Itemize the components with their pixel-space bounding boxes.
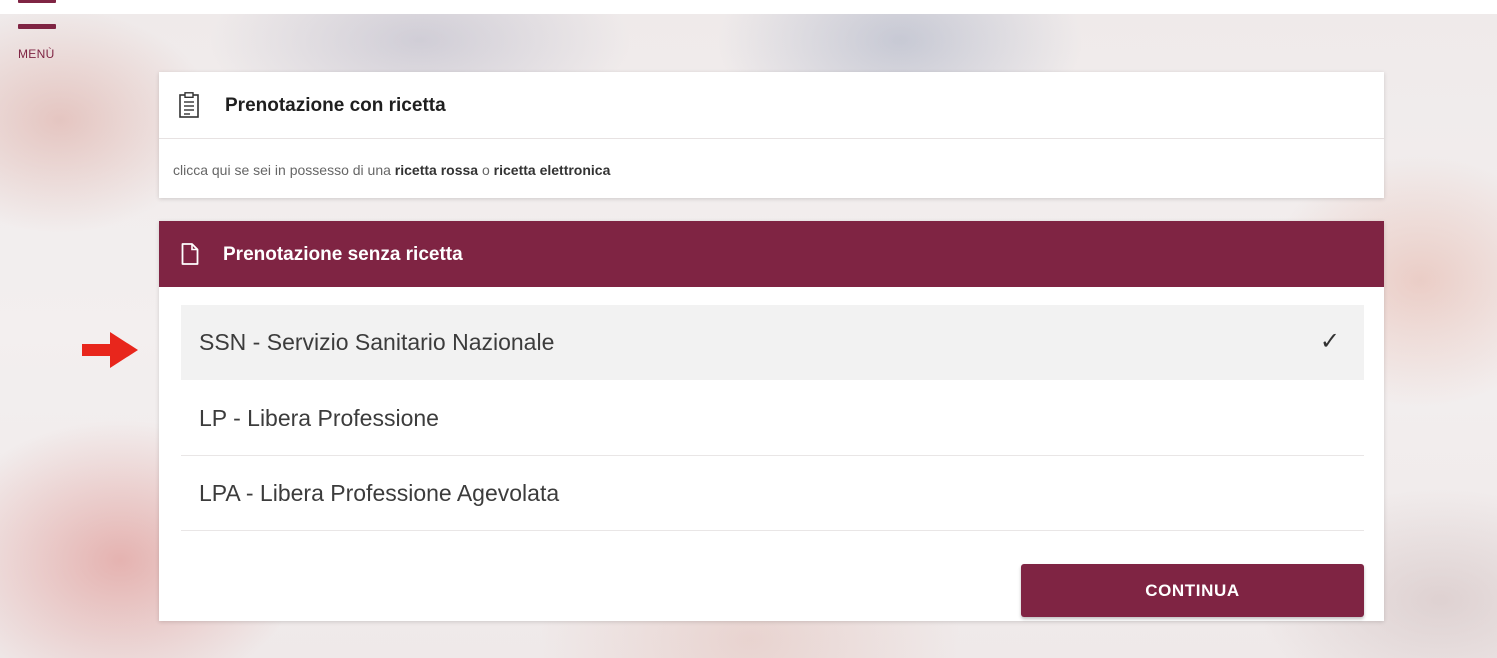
option-label: LP - Libera Professione (199, 405, 439, 431)
option-lpa[interactable]: LPA - Libera Professione Agevolata (181, 456, 1364, 531)
menu-button[interactable]: MENÙ (14, 0, 70, 62)
hamburger-icon-bar (18, 24, 56, 29)
menu-label: MENÙ (18, 47, 55, 61)
subtitle-electronic-prescription: ricetta elettronica (493, 162, 611, 178)
option-ssn[interactable]: SSN - Servizio Sanitario Nazionale ✓ (181, 305, 1364, 380)
red-arrow-icon (82, 332, 138, 368)
booking-with-prescription-card[interactable]: Prenotazione con ricetta clicca qui se s… (159, 72, 1384, 198)
top-strip (0, 0, 1497, 14)
option-label: LPA - Libera Professione Agevolata (199, 480, 560, 506)
subtitle-middle: o (478, 162, 494, 178)
clipboard-icon (179, 92, 199, 118)
booking-with-prescription-header[interactable]: Prenotazione con ricetta (159, 72, 1384, 139)
option-lp[interactable]: LP - Libera Professione (181, 381, 1364, 456)
option-label: SSN - Servizio Sanitario Nazionale (199, 329, 555, 355)
subtitle-prefix: clicca qui se sei in possesso di una (173, 162, 395, 178)
booking-with-prescription-subtitle: clicca qui se sei in possesso di una ric… (173, 162, 610, 178)
hamburger-icon (18, 0, 56, 3)
booking-without-prescription-card: Prenotazione senza ricetta SSN - Servizi… (159, 221, 1384, 621)
booking-with-prescription-title: Prenotazione con ricetta (225, 95, 446, 116)
document-icon (181, 243, 199, 265)
booking-without-prescription-header: Prenotazione senza ricetta (159, 221, 1384, 287)
subtitle-red-prescription: ricetta rossa (394, 162, 479, 178)
booking-without-prescription-title: Prenotazione senza ricetta (223, 244, 463, 265)
continue-button[interactable]: CONTINUA (1021, 564, 1364, 617)
checkmark-icon: ✓ (1319, 328, 1340, 355)
